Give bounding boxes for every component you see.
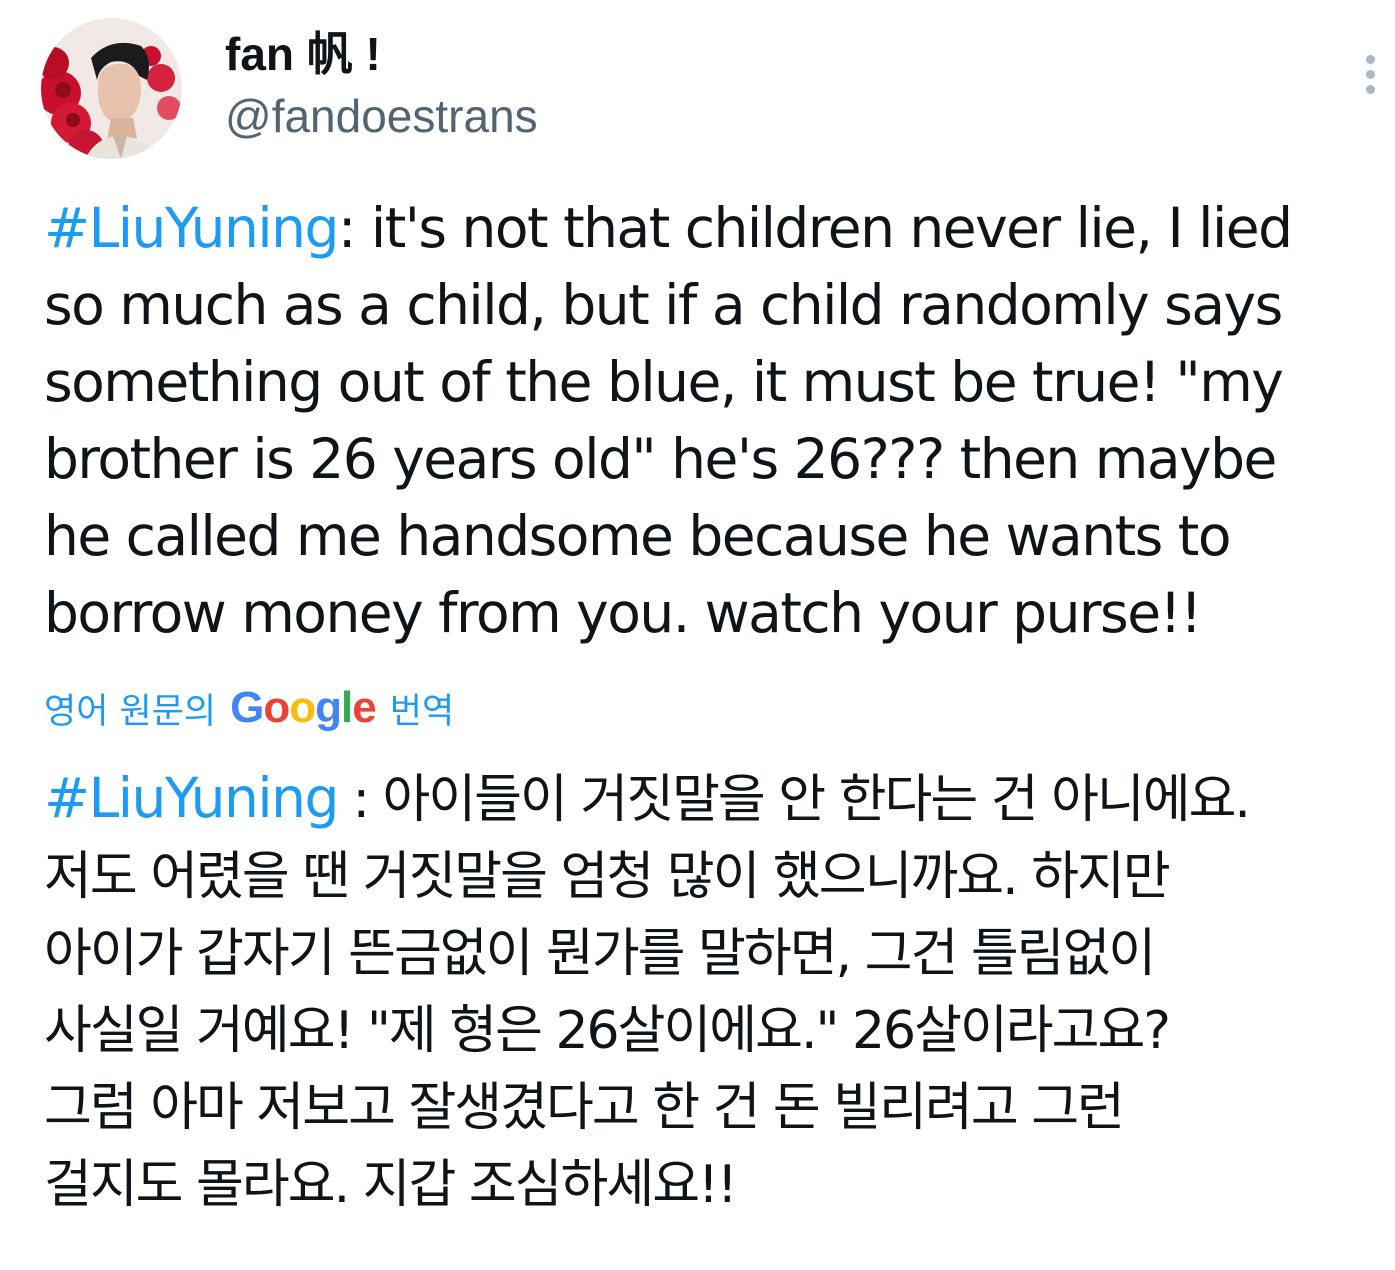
google-logo-letter: o — [289, 683, 316, 732]
translated-line: 사실일 거예요! "제 형은 26살이에요." 26살이라고요? — [44, 1001, 1171, 1061]
translated-line: 걸지도 몰라요. 지갑 조심하세요!! — [44, 1155, 738, 1215]
more-vertical-icon — [1366, 55, 1375, 64]
more-options-button[interactable] — [1354, 46, 1384, 102]
translated-line-text: : 아이들이 거짓말을 안 한다는 건 아니에요. — [337, 770, 1251, 830]
author-handle[interactable]: @fandoestrans — [225, 88, 538, 144]
tweet: fan 帆 ! @fandoestrans #LiuYuning: it's n… — [0, 0, 1395, 1270]
tweet-line: borrow money from you. watch your purse!… — [44, 581, 1202, 645]
tweet-line: #LiuYuning: it's not that children never… — [44, 190, 1384, 267]
avatar-photo — [41, 18, 182, 159]
tweet-line: something out of the blue, it must be tr… — [44, 350, 1284, 414]
google-logo-letter: o — [263, 683, 290, 732]
translated-line: 아이가 갑자기 뜬금없이 뭔가를 말하면, 그건 틀림없이 — [44, 924, 1156, 984]
hashtag-link[interactable]: #LiuYuning — [44, 196, 339, 260]
google-logo-letter: G — [230, 683, 264, 732]
translated-line: #LiuYuning : 아이들이 거짓말을 안 한다는 건 아니에요. — [44, 760, 1384, 839]
tweet-line-text: : it's not that children never lie, I li… — [337, 196, 1293, 260]
author-avatar[interactable] — [41, 18, 182, 159]
tweet-line: he called me handsome because he wants t… — [44, 504, 1232, 568]
google-logo-letter: g — [315, 683, 342, 732]
translation-suffix: 번역 — [389, 691, 455, 732]
author-display-name[interactable]: fan 帆 ! — [225, 26, 381, 82]
google-logo: Google — [230, 683, 377, 733]
tweet-body: #LiuYuning: it's not that children never… — [44, 190, 1384, 652]
tweet-line: so much as a child, but if a child rando… — [44, 273, 1283, 337]
more-vertical-icon-dot — [1366, 85, 1375, 94]
google-logo-letter: l — [341, 683, 353, 732]
translated-line: 저도 어렸을 땐 거짓말을 엄청 많이 했으니까요. 하지만 — [44, 847, 1171, 907]
translation-attribution[interactable]: 영어 원문의 Google 번역 — [44, 683, 454, 733]
tweet-line: brother is 26 years old" he's 26??? then… — [44, 427, 1277, 491]
hashtag-link[interactable]: #LiuYuning — [44, 766, 339, 830]
translated-line: 그럼 아마 저보고 잘생겼다고 한 건 돈 빌리려고 그런 — [44, 1078, 1125, 1138]
more-vertical-icon-dot — [1366, 70, 1375, 79]
google-logo-letter: e — [352, 683, 377, 732]
translation-prefix: 영어 원문의 — [44, 691, 217, 732]
translated-body: #LiuYuning : 아이들이 거짓말을 안 한다는 건 아니에요. 저도 … — [44, 760, 1384, 1224]
